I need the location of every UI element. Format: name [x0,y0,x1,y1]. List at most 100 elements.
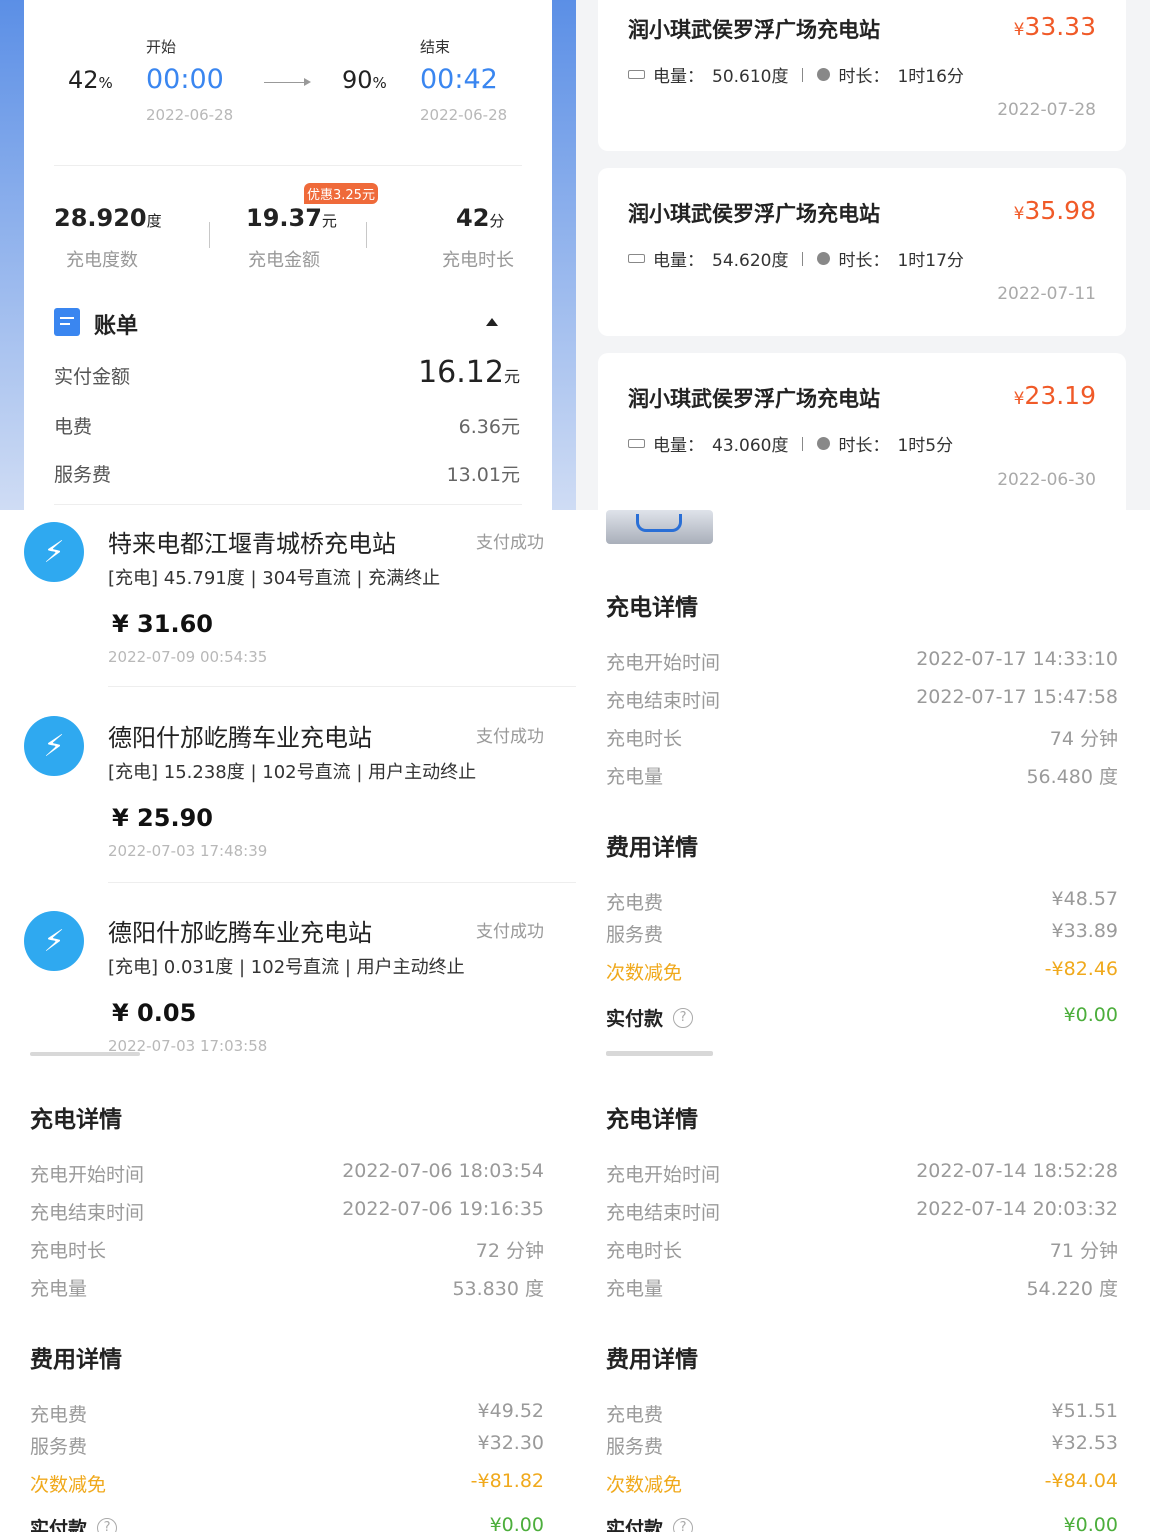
help-icon[interactable]: ? [673,1007,694,1028]
battery-icon [628,254,645,263]
payment-time: 2022-07-09 00:54:35 [108,648,268,666]
end-soc: 90% [342,66,387,94]
detail-value: 2022-07-14 18:52:28 [916,1160,1118,1182]
payment-item[interactable]: ⚡ 德阳什邡屹腾车业充电站 支付成功 [充电] 0.031度 | 102号直流 … [0,902,576,1058]
payment-desc: [充电] 15.238度 | 102号直流 | 用户主动终止 [108,762,477,783]
vehicle-thumbnail [606,510,713,544]
paid-label: 实付款? [606,1514,694,1532]
stat-amount-label: 充电金额 [248,250,320,271]
station-card[interactable]: 润小琪武侯罗浮广场充电站 ¥33.33 电量： 50.610度 时长： 1时16分 … [598,0,1126,151]
payment-item[interactable]: ⚡ 特来电都江堰青城桥充电站 支付成功 [充电] 45.791度 | 304号直… [0,510,576,687]
detail-label: 充电量 [606,1278,664,1300]
divider [54,504,522,505]
detail-value: 71 分钟 [1049,1240,1118,1262]
duration-value: 1时16分 [897,67,964,87]
start-label: 开始 [146,38,177,56]
fee-detail-title: 费用详情 [606,835,698,861]
end-date: 2022-06-28 [420,106,508,124]
energy-label: 电量： [653,436,704,456]
charge-detail-panel-2: 充电详情 充电开始时间 2022-07-06 18:03:54 充电结束时间 2… [0,1058,576,1532]
station-date: 2022-07-28 [997,100,1096,120]
detail-value: 2022-07-17 15:47:58 [916,686,1118,708]
payment-station-name: 特来电都江堰青城桥充电站 [108,530,396,558]
clock-icon [817,68,831,81]
fee-value: ¥49.52 [477,1400,544,1422]
detail-label: 充电结束时间 [606,1202,721,1224]
fee-label: 充电费 [606,892,664,914]
detail-value: 2022-07-06 18:03:54 [342,1160,544,1182]
summary-card: 开始 结束 42% 00:00 90% 00:42 2022-06-28 202… [24,0,552,510]
station-price: ¥23.19 [1013,381,1096,410]
end-time: 00:42 [420,64,498,95]
stat-amount-value: 19.37元 [246,204,337,232]
help-icon[interactable]: ? [673,1517,694,1532]
waiver-label: 次数减免 [606,962,683,984]
paid-value: ¥0.00 [1063,1004,1118,1026]
payment-amount: ¥ 31.60 [112,610,213,638]
duration-value: 1时5分 [897,436,954,456]
detail-value: 2022-07-14 20:03:32 [916,1198,1118,1220]
fee-value: ¥48.57 [1051,888,1118,910]
energy-value: 54.620度 [712,251,789,271]
stat-duration-label: 充电时长 [442,250,514,271]
waiver-value: -¥81.82 [470,1470,544,1492]
detail-label: 充电量 [606,766,664,788]
detail-label: 充电时长 [606,1240,683,1262]
detail-label: 充电开始时间 [606,1164,721,1186]
payment-desc: [充电] 45.791度 | 304号直流 | 充满终止 [108,568,441,589]
receipt-icon [54,308,80,336]
payment-station-name: 德阳什邡屹腾车业充电站 [108,919,372,947]
battery-icon [628,439,645,448]
bill-paid-value: 16.12元 [418,355,520,390]
payment-amount: ¥ 0.05 [112,999,197,1027]
duration-label: 时长： [838,251,890,271]
battery-icon [628,70,645,79]
lightning-icon: ⚡ [24,716,84,776]
station-card[interactable]: 润小琪武侯罗浮广场充电站 ¥35.98 电量： 54.620度 时长： 1时17分 … [598,168,1126,336]
charge-detail-title: 充电详情 [30,1107,122,1133]
detail-label: 充电时长 [30,1240,107,1262]
bill-row-value: 13.01元 [446,464,520,486]
clock-icon [817,437,831,450]
waiver-label: 次数减免 [606,1474,683,1496]
charging-summary-panel: 开始 结束 42% 00:00 90% 00:42 2022-06-28 202… [0,0,576,510]
divider [108,882,576,883]
collapse-caret-icon[interactable] [486,318,498,326]
fee-value: ¥32.53 [1051,1432,1118,1454]
payment-station-name: 德阳什邡屹腾车业充电站 [108,724,372,752]
detail-value: 53.830 度 [452,1278,544,1300]
station-name: 润小琪武侯罗浮广场充电站 [628,202,880,226]
waiver-value: -¥84.04 [1044,1470,1118,1492]
start-time: 00:00 [146,64,224,95]
divider [54,165,522,166]
help-icon[interactable]: ? [97,1517,118,1532]
fee-detail-title: 费用详情 [30,1347,122,1373]
bill-row-value: 6.36元 [458,416,520,438]
energy-label: 电量： [653,67,704,87]
end-label: 结束 [420,38,451,56]
detail-label: 充电开始时间 [606,652,721,674]
payment-item[interactable]: ⚡ 德阳什邡屹腾车业充电站 支付成功 [充电] 15.238度 | 102号直流… [0,706,576,883]
payment-time: 2022-07-03 17:48:39 [108,842,268,860]
lightning-icon: ⚡ [24,522,84,582]
bill-row-label: 实付金额 [54,366,131,388]
station-card[interactable]: 润小琪武侯罗浮广场充电站 ¥23.19 电量： 43.060度 时长： 1时5分 2… [598,353,1126,510]
divider [108,686,576,687]
start-date: 2022-06-28 [146,106,234,124]
fee-value: ¥32.30 [477,1432,544,1454]
fee-label: 服务费 [606,924,664,946]
station-meta: 电量： 54.620度 时长： 1时17分 [628,246,964,271]
fee-label: 服务费 [30,1436,88,1458]
fee-label: 充电费 [606,1404,664,1426]
detail-value: 2022-07-17 14:33:10 [916,648,1118,670]
fee-value: ¥51.51 [1051,1400,1118,1422]
bill-row-label: 服务费 [54,464,112,486]
station-price: ¥33.33 [1013,12,1096,41]
payment-desc: [充电] 0.031度 | 102号直流 | 用户主动终止 [108,957,465,978]
fee-label: 充电费 [30,1404,88,1426]
start-soc: 42% [68,66,113,94]
payment-status: 支付成功 [476,922,544,942]
detail-value: 72 分钟 [475,1240,544,1262]
payment-list-panel: ⚡ 特来电都江堰青城桥充电站 支付成功 [充电] 45.791度 | 304号直… [0,510,576,1058]
arrow-right-icon [304,78,311,86]
